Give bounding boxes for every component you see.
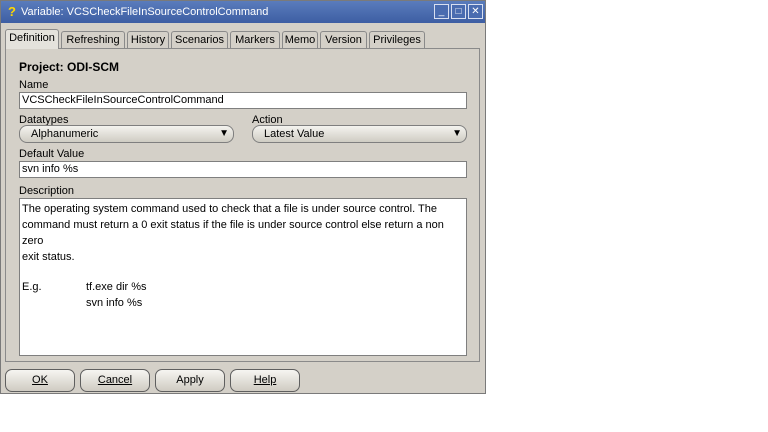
maximize-button[interactable]: □ xyxy=(451,4,466,19)
tab-markers[interactable]: Markers xyxy=(230,31,280,49)
example-line: tf.exe dir %s xyxy=(86,281,147,293)
description-line: The operating system command used to che… xyxy=(22,203,437,215)
example-label: E.g. xyxy=(22,281,42,293)
datatypes-select[interactable]: Alphanumeric ▼ xyxy=(19,125,234,143)
tab-privileges[interactable]: Privileges xyxy=(369,31,425,49)
name-field[interactable]: VCSCheckFileInSourceControlCommand xyxy=(19,92,467,109)
definition-panel: Project: ODI-SCM Name VCSCheckFileInSour… xyxy=(5,48,480,362)
example-line: svn info %s xyxy=(86,297,143,309)
tab-history[interactable]: History xyxy=(127,31,169,49)
cancel-button[interactable]: Cancel xyxy=(80,369,150,392)
chevron-down-icon: ▼ xyxy=(452,128,462,139)
cancel-label: Cancel xyxy=(97,374,133,386)
name-label: Name xyxy=(19,79,49,91)
title-bar[interactable]: ? Variable: VCSCheckFileInSourceControlC… xyxy=(1,1,485,23)
apply-button[interactable]: Apply xyxy=(155,369,225,392)
datatypes-value: Alphanumeric xyxy=(31,128,99,140)
default-value-label: Default Value xyxy=(19,148,85,160)
tab-memo[interactable]: Memo xyxy=(282,31,318,49)
question-icon: ? xyxy=(8,4,16,19)
tab-version[interactable]: Version xyxy=(320,31,367,49)
project-title: Project: ODI-SCM xyxy=(19,60,120,74)
window-title: Variable: VCSCheckFileInSourceControlCom… xyxy=(21,6,269,18)
minimize-button[interactable]: _ xyxy=(434,4,449,19)
description-textarea[interactable]: The operating system command used to che… xyxy=(19,198,467,356)
action-select[interactable]: Latest Value ▼ xyxy=(252,125,467,143)
tab-scenarios[interactable]: Scenarios xyxy=(171,31,228,49)
ok-button[interactable]: OK xyxy=(5,369,75,392)
action-value: Latest Value xyxy=(264,128,325,140)
close-button[interactable]: ✕ xyxy=(468,4,483,19)
variable-editor-window: ? Variable: VCSCheckFileInSourceControlC… xyxy=(0,0,486,394)
description-label: Description xyxy=(19,185,75,197)
tab-definition[interactable]: Definition xyxy=(5,29,59,49)
chevron-down-icon: ▼ xyxy=(219,128,229,139)
description-line: command must return a 0 exit status if t… xyxy=(22,219,444,247)
tab-refreshing[interactable]: Refreshing xyxy=(61,31,125,49)
description-line: exit status. xyxy=(22,251,75,263)
default-value-field[interactable]: svn info %s xyxy=(19,161,467,178)
help-button[interactable]: Help xyxy=(230,369,300,392)
